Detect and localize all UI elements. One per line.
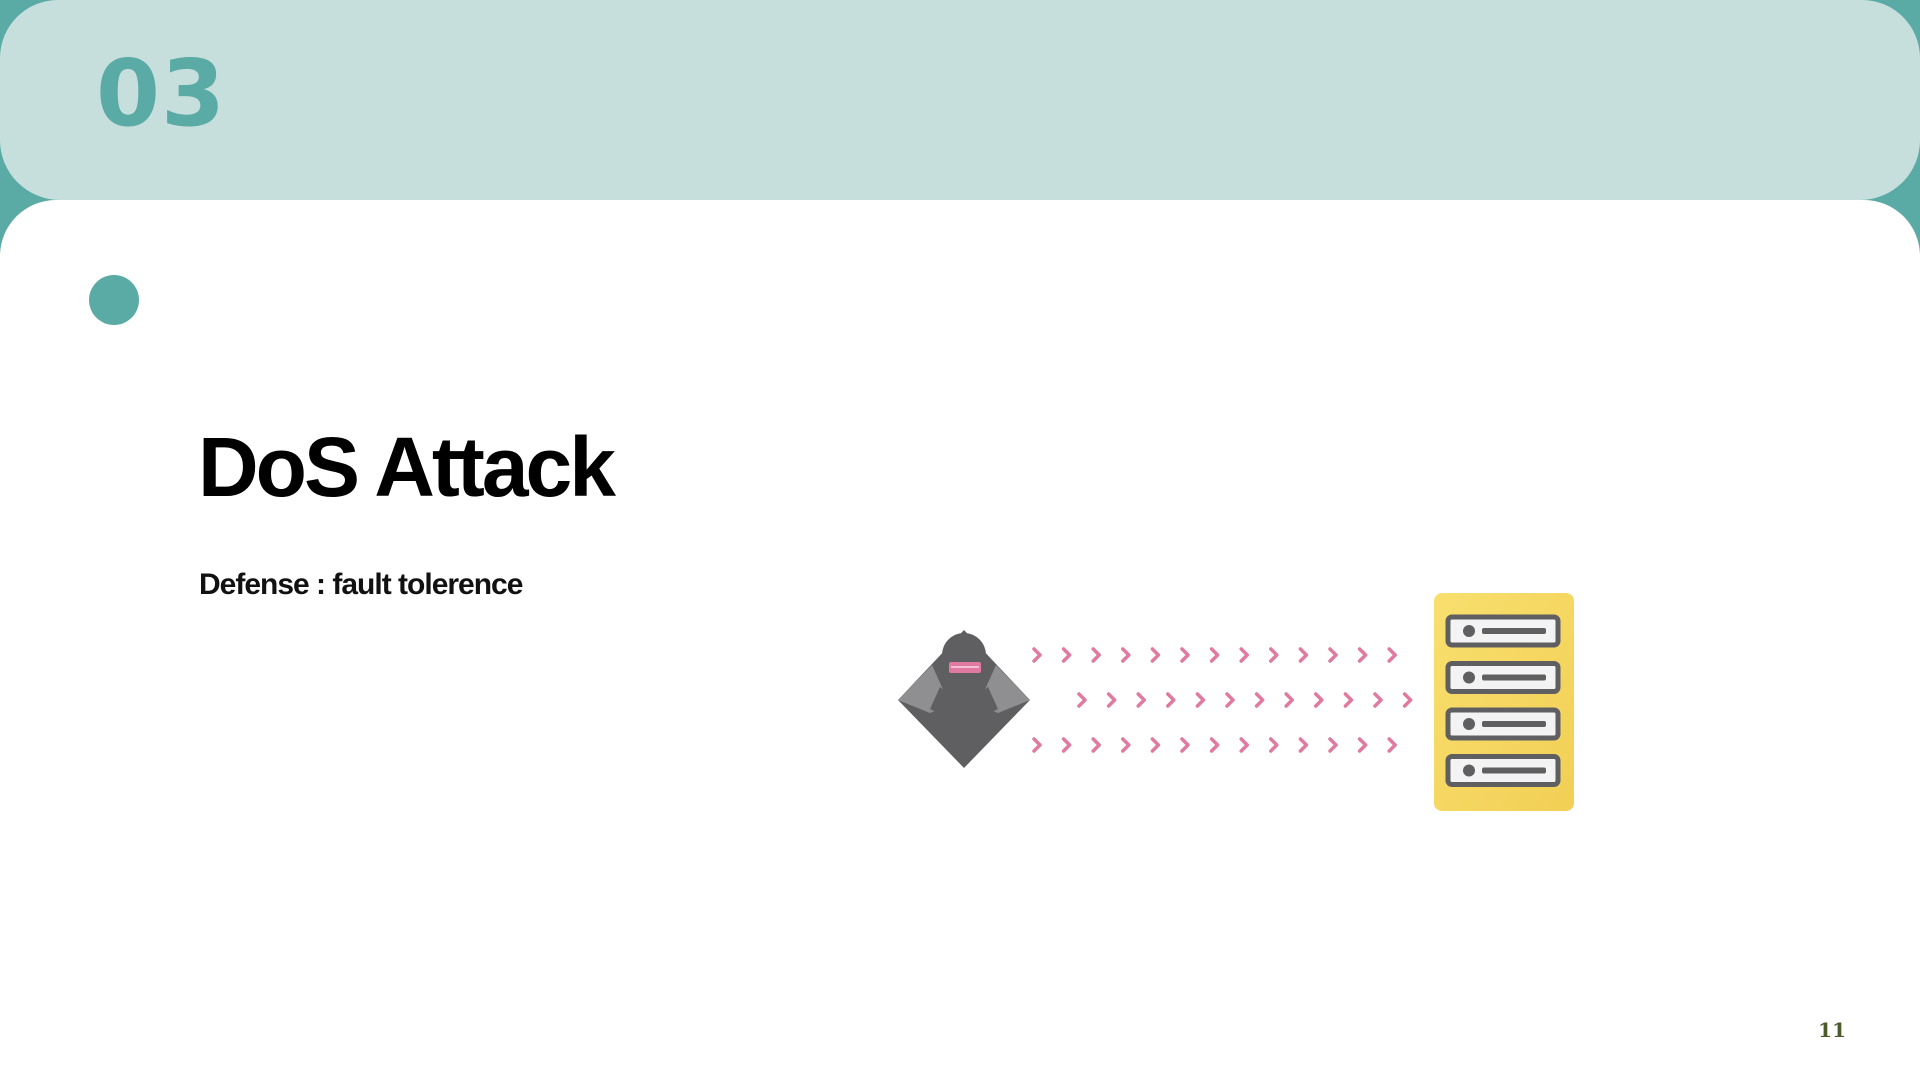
chevron-right-icon (1343, 692, 1354, 708)
chevron-right-icon (1195, 692, 1206, 708)
server-unit (1445, 614, 1561, 648)
chevron-right-icon (1314, 692, 1324, 708)
chevron-right-icon (1357, 737, 1368, 753)
chevron-right-icon (1284, 692, 1294, 708)
chevron-right-icon (1239, 647, 1249, 663)
accent-dot (89, 275, 139, 325)
chevron-right-icon (1269, 647, 1279, 663)
chevron-right-icon (1061, 647, 1072, 663)
chevron-right-icon (1387, 647, 1397, 663)
section-number: 03 (96, 40, 227, 147)
server-unit (1445, 754, 1561, 787)
chevron-right-icon (1106, 692, 1117, 708)
chevron-right-icon (1180, 647, 1190, 663)
dos-attack-illustration (898, 593, 1574, 811)
chevron-right-icon (1121, 647, 1131, 663)
chevron-right-icon (1209, 647, 1220, 663)
chevron-right-icon (1328, 647, 1338, 663)
chevron-right-icon (1061, 737, 1072, 753)
traffic-chevrons (1032, 647, 1413, 753)
chevron-right-icon (1402, 692, 1413, 708)
server-unit (1445, 661, 1561, 694)
chevron-right-icon (1150, 737, 1161, 753)
chevron-right-icon (1032, 737, 1042, 753)
header-band: 03 (0, 0, 1920, 200)
chevron-right-icon (1209, 737, 1220, 753)
chevron-right-icon (1077, 692, 1087, 708)
chevron-right-icon (1239, 737, 1249, 753)
chevron-right-icon (1357, 647, 1368, 663)
server-unit (1445, 707, 1561, 741)
chevron-right-icon (1166, 692, 1176, 708)
chevron-right-icon (1373, 692, 1383, 708)
chevron-right-icon (1091, 647, 1101, 663)
chevron-right-icon (1298, 737, 1309, 753)
chevron-right-icon (1091, 737, 1101, 753)
slide-title: DoS Attack (198, 420, 616, 514)
chevron-right-icon (1032, 647, 1042, 663)
chevron-right-icon (1298, 647, 1309, 663)
server-rack-icon (1434, 593, 1574, 811)
slide-subtitle: Defense : fault tolerence (199, 568, 523, 601)
chevron-right-icon (1136, 692, 1146, 708)
chevron-right-icon (1180, 737, 1190, 753)
hacker-icon (898, 630, 1030, 768)
chevron-right-icon (1121, 737, 1131, 753)
chevron-right-icon (1150, 647, 1161, 663)
chevron-right-icon (1387, 737, 1397, 753)
chevron-right-icon (1254, 692, 1265, 708)
page-number: 11 (1818, 1018, 1846, 1042)
chevron-right-icon (1328, 737, 1338, 753)
chevron-right-icon (1269, 737, 1279, 753)
chevron-right-icon (1225, 692, 1235, 708)
